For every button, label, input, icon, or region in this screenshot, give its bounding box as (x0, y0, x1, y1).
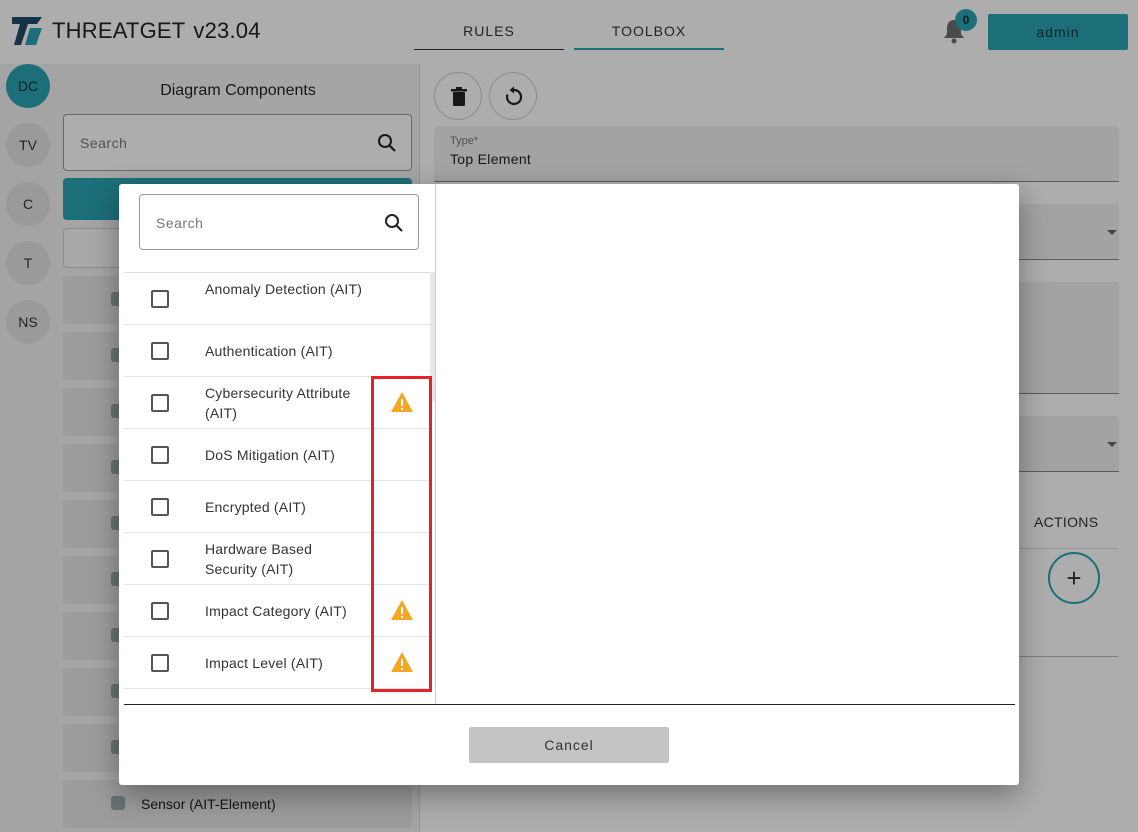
list-item-label: Authentication (AIT) (205, 343, 333, 359)
list-item-label: Anomaly Detection (AIT) (205, 281, 363, 297)
list-item-label: DoS Mitigation (AIT) (205, 447, 336, 463)
list-item-label: Cybersecurity Attribute (AIT) (205, 385, 351, 421)
checkbox[interactable] (151, 342, 169, 360)
list-item[interactable]: Authentication (AIT) (124, 325, 430, 377)
checkbox[interactable] (151, 290, 169, 308)
checkbox[interactable] (151, 498, 169, 516)
dialog-footer-divider (124, 704, 1015, 705)
list-item-label: Encrypted (AIT) (205, 499, 307, 515)
checkbox[interactable] (151, 654, 169, 672)
list-item[interactable]: Anomaly Detection (AIT) (124, 273, 430, 325)
checkbox[interactable] (151, 394, 169, 412)
list-item-label: Hardware Based Security (AIT) (205, 541, 313, 577)
checkbox[interactable] (151, 550, 169, 568)
list-item-label: Impact Category (AIT) (205, 603, 347, 619)
warning-highlight-box (371, 376, 432, 692)
dialog-search-placeholder: Search (156, 215, 204, 231)
list-item-label: Impact Level (AIT) (205, 655, 323, 671)
checkbox[interactable] (151, 446, 169, 464)
cancel-button[interactable]: Cancel (469, 727, 669, 763)
checkbox[interactable] (151, 602, 169, 620)
dialog-search-input[interactable]: Search (139, 194, 419, 250)
search-icon[interactable] (384, 213, 404, 233)
dialog-column-divider (435, 184, 436, 704)
select-attributes-dialog: Search Anomaly Detection (AIT) Authentic… (119, 184, 1019, 785)
